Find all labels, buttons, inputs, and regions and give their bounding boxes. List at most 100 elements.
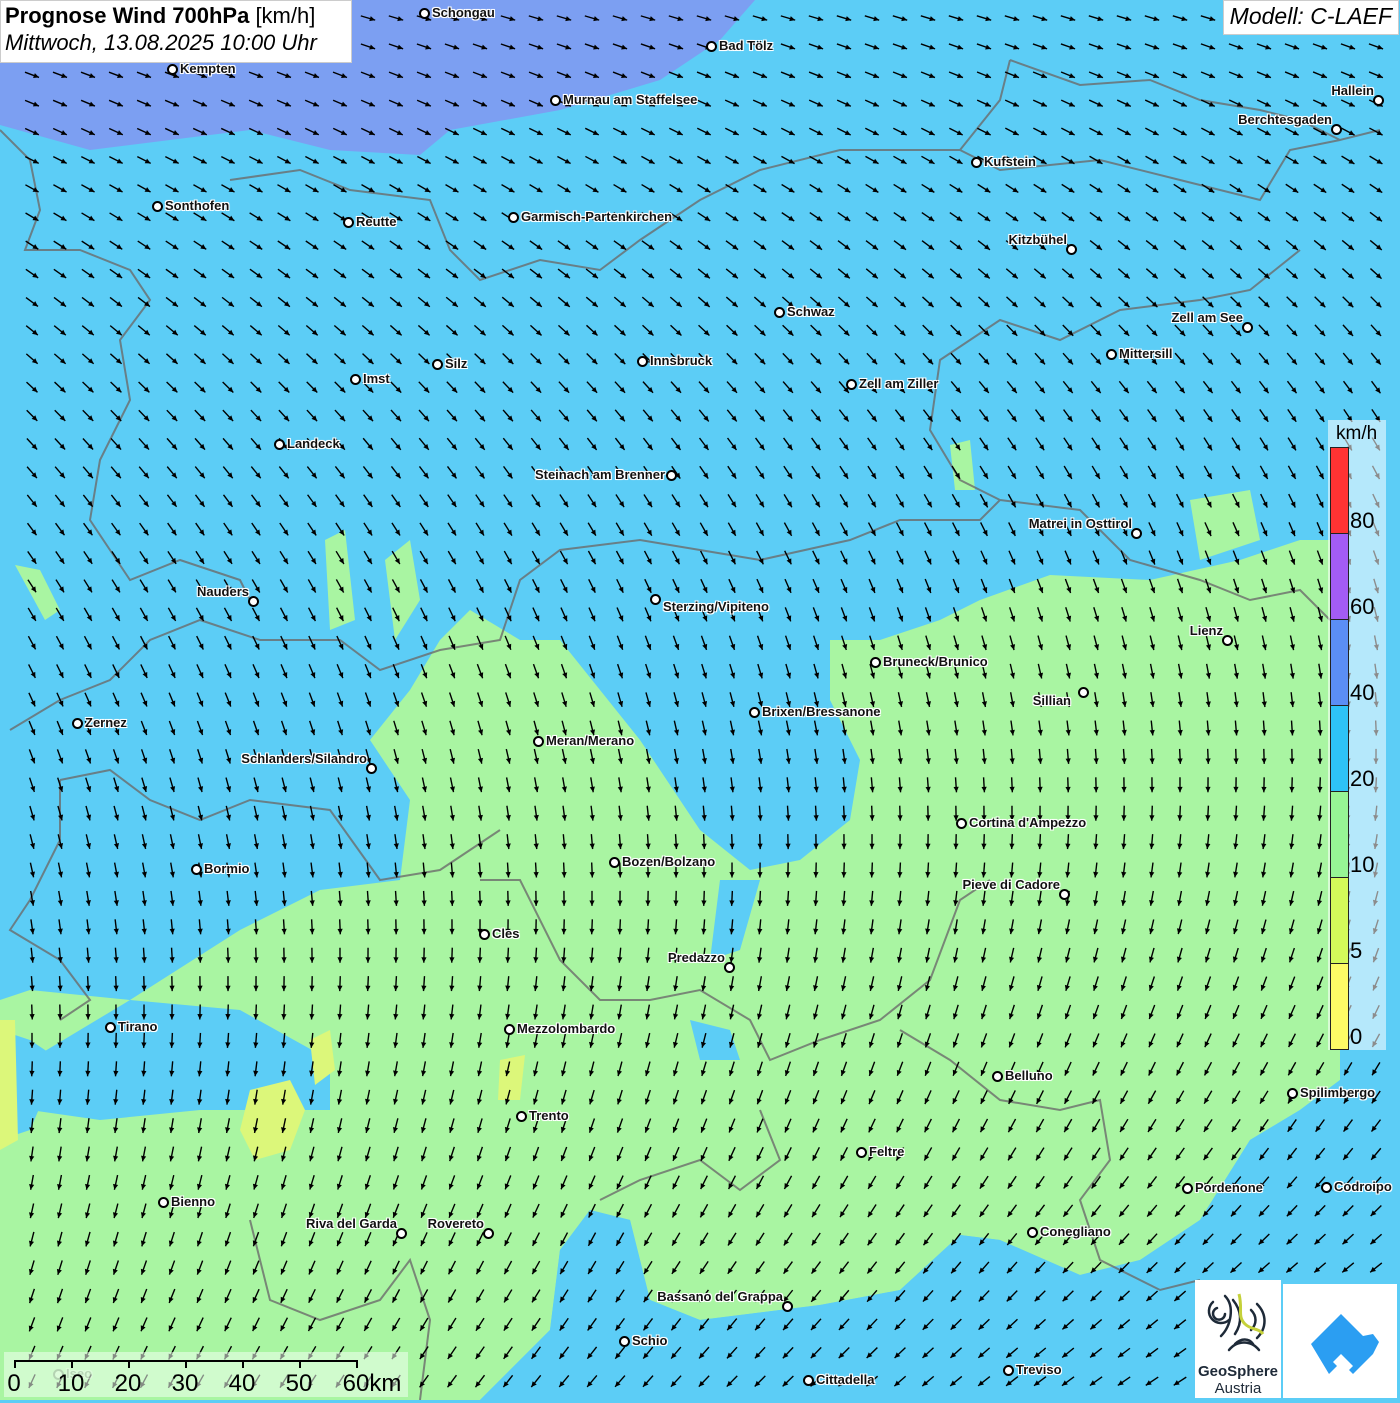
city-label: Pordenone bbox=[1195, 1180, 1263, 1195]
scale-label: 10 bbox=[58, 1370, 85, 1398]
city-marker bbox=[396, 1228, 407, 1239]
legend-tick-label: 0 bbox=[1350, 1024, 1362, 1050]
city-label: Meran/Merano bbox=[546, 733, 634, 748]
city-marker bbox=[1066, 244, 1077, 255]
city-label: Silz bbox=[445, 356, 467, 371]
city-label: Imst bbox=[363, 371, 390, 386]
city-label: Garmisch-Partenkirchen bbox=[521, 209, 672, 224]
city-marker bbox=[274, 439, 285, 450]
city-marker bbox=[1131, 528, 1142, 539]
city-marker bbox=[782, 1301, 793, 1312]
city-marker bbox=[343, 217, 354, 228]
city-label: Reutte bbox=[356, 214, 396, 229]
city-marker bbox=[1003, 1365, 1014, 1376]
forecast-datetime: Mittwoch, 13.08.2025 10:00 Uhr bbox=[5, 30, 347, 56]
city-marker bbox=[167, 64, 178, 75]
city-marker bbox=[72, 718, 83, 729]
scale-label: 40 bbox=[229, 1370, 256, 1398]
scale-label: 50 bbox=[286, 1370, 313, 1398]
city-marker bbox=[650, 594, 661, 605]
legend-tick-label: 60 bbox=[1350, 594, 1374, 620]
city-marker bbox=[749, 707, 760, 718]
legend-tick-label: 40 bbox=[1350, 680, 1374, 706]
city-label: Matrei in Osttirol bbox=[1029, 516, 1132, 531]
city-marker bbox=[870, 657, 881, 668]
city-marker bbox=[479, 929, 490, 940]
city-label: Schlanders/Silandro bbox=[241, 751, 367, 766]
city-marker bbox=[846, 379, 857, 390]
city-label: Schwaz bbox=[787, 304, 835, 319]
city-marker bbox=[1182, 1183, 1193, 1194]
city-marker bbox=[350, 374, 361, 385]
city-label: Rovereto bbox=[428, 1216, 484, 1231]
geosphere-swirl-icon bbox=[1195, 1280, 1281, 1358]
city-label: Bruneck/Brunico bbox=[883, 654, 988, 669]
scale-label: 20 bbox=[115, 1370, 142, 1398]
city-label: Cittadella bbox=[816, 1372, 875, 1387]
city-label: Nauders bbox=[197, 584, 249, 599]
city-label: Trento bbox=[529, 1108, 569, 1123]
city-label: Kitzbühel bbox=[1009, 232, 1068, 247]
city-label: Cles bbox=[492, 926, 519, 941]
legend-color-band bbox=[1330, 791, 1349, 878]
city-marker bbox=[803, 1375, 814, 1386]
title-box: Prognose Wind 700hPa [km/h] Mittwoch, 13… bbox=[0, 0, 352, 63]
city-label: Tirano bbox=[118, 1019, 158, 1034]
city-marker bbox=[1287, 1088, 1298, 1099]
city-marker bbox=[105, 1022, 116, 1033]
scale-tick bbox=[185, 1360, 187, 1368]
city-marker bbox=[191, 864, 202, 875]
city-marker bbox=[619, 1336, 630, 1347]
city-label: Codroipo bbox=[1334, 1179, 1392, 1194]
city-label: Sonthofen bbox=[165, 198, 229, 213]
city-label: Belluno bbox=[1005, 1068, 1053, 1083]
model-label: Modell: C-LAEF bbox=[1223, 0, 1399, 35]
city-marker bbox=[856, 1147, 867, 1158]
city-label: Innsbruck bbox=[650, 353, 712, 368]
city-marker bbox=[550, 95, 561, 106]
city-label: Landeck bbox=[287, 436, 340, 451]
title-unit: [km/h] bbox=[255, 3, 315, 28]
mountain-cloud-icon bbox=[1283, 1284, 1397, 1398]
city-marker bbox=[637, 356, 648, 367]
city-label: Zell am Ziller bbox=[859, 376, 938, 391]
geosphere-sub: Austria bbox=[1195, 1380, 1281, 1397]
city-marker bbox=[1078, 687, 1089, 698]
city-label: Schongau bbox=[432, 5, 495, 20]
city-label: Bozen/Bolzano bbox=[622, 854, 715, 869]
legend-color-band bbox=[1330, 963, 1349, 1050]
city-marker bbox=[1222, 635, 1233, 646]
app-logo bbox=[1283, 1284, 1397, 1398]
scale-tick bbox=[14, 1360, 16, 1368]
city-marker bbox=[956, 818, 967, 829]
city-label: Bad Tölz bbox=[719, 38, 773, 53]
city-marker bbox=[666, 470, 677, 481]
city-label: Sterzing/Vipiteno bbox=[663, 599, 769, 614]
city-label: Conegliano bbox=[1040, 1224, 1111, 1239]
city-label: Lienz bbox=[1190, 623, 1223, 638]
legend-color-band bbox=[1330, 877, 1349, 964]
city-label: Cortina d'Ampezzo bbox=[969, 815, 1086, 830]
city-label: Sillian bbox=[1033, 693, 1071, 708]
city-marker bbox=[508, 212, 519, 223]
city-label: Brixen/Bressanone bbox=[762, 704, 881, 719]
city-marker bbox=[1242, 322, 1253, 333]
legend-tick-label: 20 bbox=[1350, 766, 1374, 792]
city-marker bbox=[1106, 349, 1117, 360]
legend-color-band bbox=[1330, 533, 1349, 620]
city-marker bbox=[483, 1228, 494, 1239]
city-label: Bassano del Grappa bbox=[657, 1289, 783, 1304]
city-label: Mezzolombardo bbox=[517, 1021, 615, 1036]
city-label: Bienno bbox=[171, 1194, 215, 1209]
city-marker bbox=[248, 596, 259, 607]
city-marker bbox=[774, 307, 785, 318]
legend-tick-label: 80 bbox=[1350, 508, 1374, 534]
city-marker bbox=[609, 857, 620, 868]
map-title: Prognose Wind 700hPa [km/h] bbox=[5, 3, 347, 29]
city-marker bbox=[1373, 95, 1384, 106]
scale-tick bbox=[356, 1360, 358, 1368]
city-marker bbox=[706, 41, 717, 52]
city-label: Zernez bbox=[85, 715, 127, 730]
city-label: Schio bbox=[632, 1333, 667, 1348]
city-marker bbox=[158, 1197, 169, 1208]
